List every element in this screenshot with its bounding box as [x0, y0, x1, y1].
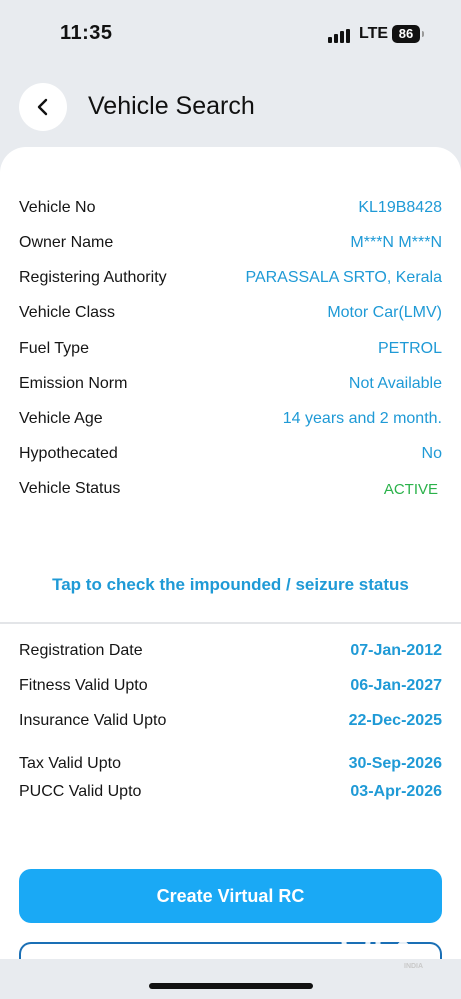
signal-icon	[328, 29, 350, 43]
detail-value: PARASSALA SRTO, Kerala	[245, 269, 442, 286]
validity-value: 30-Sep-2026	[348, 755, 442, 772]
detail-label: Vehicle No	[19, 199, 96, 216]
back-button[interactable]	[19, 83, 67, 131]
network-label: LTE	[359, 25, 389, 42]
validity-row-tax: Tax Valid Upto 30-Sep-2026	[19, 755, 442, 773]
detail-label: Owner Name	[19, 234, 114, 251]
detail-row-owner-name: Owner Name M***N M***N	[19, 234, 442, 252]
detail-value: M***N M***N	[350, 234, 442, 251]
home-indicator[interactable]	[149, 983, 313, 989]
validity-row-pucc: PUCC Valid Upto 03-Apr-2026	[19, 783, 442, 801]
seizure-status-link[interactable]: Tap to check the impounded / seizure sta…	[0, 575, 461, 595]
detail-row-registering-authority: Registering Authority PARASSALA SRTO, Ke…	[19, 269, 442, 287]
page-title: Vehicle Search	[88, 92, 255, 120]
detail-row-vehicle-age: Vehicle Age 14 years and 2 month.	[19, 410, 442, 428]
detail-row-vehicle-status: Vehicle Status ACTIVE	[19, 480, 438, 498]
validity-row-fitness: Fitness Valid Upto 06-Jan-2027	[19, 677, 442, 695]
section-divider	[0, 622, 461, 624]
validity-label: Insurance Valid Upto	[19, 712, 167, 729]
detail-label: Emission Norm	[19, 375, 128, 392]
detail-value: No	[421, 445, 442, 462]
validity-label: Registration Date	[19, 642, 143, 659]
detail-value: 14 years and 2 month.	[282, 410, 442, 427]
status-bar: 11:35 LTE 86	[0, 0, 461, 70]
detail-label: Fuel Type	[19, 340, 89, 357]
detail-label: Vehicle Status	[19, 480, 121, 497]
validity-value: 03-Apr-2026	[350, 783, 442, 800]
validity-label: Fitness Valid Upto	[19, 677, 148, 694]
detail-row-hypothecated: Hypothecated No	[19, 445, 442, 463]
detail-value: Motor Car(LMV)	[327, 304, 442, 321]
detail-value: PETROL	[377, 340, 442, 357]
create-virtual-rc-button[interactable]: Create Virtual RC	[19, 869, 442, 923]
detail-row-fuel-type: Fuel Type PETROL	[19, 340, 442, 358]
validity-value: 06-Jan-2027	[350, 677, 442, 694]
chevron-left-icon	[37, 98, 48, 116]
battery-icon: 86	[392, 25, 420, 43]
battery-tip	[422, 31, 424, 37]
detail-value: Not Available	[348, 375, 442, 392]
detail-label: Vehicle Age	[19, 410, 103, 427]
watermark-sub: INDIA	[404, 963, 423, 970]
detail-row-vehicle-no: Vehicle No KL19B8428	[19, 199, 442, 217]
validity-label: PUCC Valid Upto	[19, 783, 142, 800]
detail-value: KL19B8428	[358, 199, 442, 216]
validity-row-insurance: Insurance Valid Upto 22-Dec-2025	[19, 712, 442, 730]
validity-value: 22-Dec-2025	[348, 712, 442, 729]
detail-row-emission-norm: Emission Norm Not Available	[19, 375, 442, 393]
validity-label: Tax Valid Upto	[19, 755, 121, 772]
detail-label: Registering Authority	[19, 269, 167, 286]
detail-label: Hypothecated	[19, 445, 118, 462]
detail-row-vehicle-class: Vehicle Class Motor Car(LMV)	[19, 304, 442, 322]
status-badge: ACTIVE	[383, 480, 438, 498]
status-time: 11:35	[60, 22, 113, 44]
validity-value: 07-Jan-2012	[350, 642, 442, 659]
validity-row-registration-date: Registration Date 07-Jan-2012	[19, 642, 442, 660]
detail-label: Vehicle Class	[19, 304, 116, 321]
olx-watermark-logo: INDIA	[341, 923, 423, 970]
